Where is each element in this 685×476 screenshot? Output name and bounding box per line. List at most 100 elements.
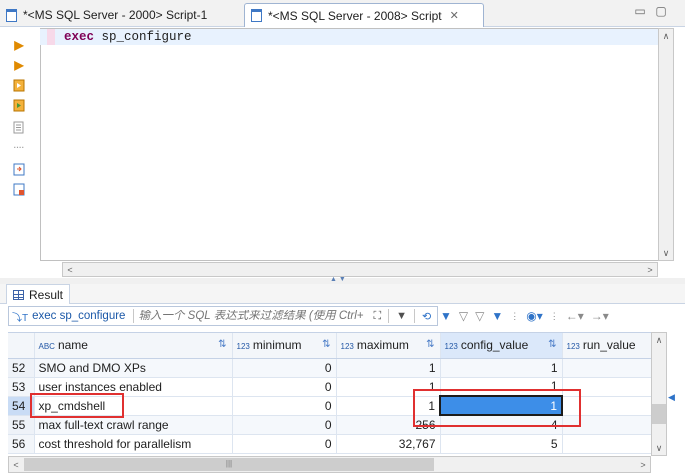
- sort-icon[interactable]: ⇅: [322, 339, 330, 350]
- editor-toolbar: ▶ ▶ ····: [4, 28, 34, 280]
- close-icon[interactable]: ✕: [450, 9, 459, 22]
- sort-icon[interactable]: ⇅: [218, 339, 226, 350]
- row-number: 53: [8, 377, 35, 397]
- table-vertical-scrollbar[interactable]: ∧ ∨: [651, 332, 667, 456]
- sort-desc-icon[interactable]: ⇅: [548, 339, 556, 350]
- scroll-right-icon[interactable]: >: [643, 263, 657, 277]
- number-type-icon: 123: [444, 342, 458, 352]
- editor-vertical-scrollbar[interactable]: ∧ ∨: [658, 28, 674, 261]
- cell-maximum[interactable]: 1: [336, 358, 441, 378]
- expand-filter-icon[interactable]: ⛶: [370, 310, 384, 323]
- refresh-icon[interactable]: ⟲: [419, 310, 434, 323]
- table-row[interactable]: 55 max full-text crawl range 0 256 4: [8, 415, 651, 435]
- cell-run-value[interactable]: [562, 415, 651, 435]
- cell-name[interactable]: xp_cmdshell: [34, 396, 233, 416]
- cell-run-value[interactable]: [562, 396, 651, 416]
- scroll-down-icon[interactable]: ∨: [652, 441, 666, 455]
- column-header-minimum[interactable]: 123 minimum ⇅: [232, 333, 337, 359]
- cell-name[interactable]: SMO and DMO XPs: [34, 358, 233, 378]
- back-icon[interactable]: ←▾: [566, 309, 584, 323]
- row-number: 56: [8, 434, 35, 454]
- cell-config-value-selected[interactable]: 1: [439, 395, 563, 416]
- row-number: 55: [8, 415, 35, 435]
- execute-new-tab-icon[interactable]: ▶: [12, 58, 26, 72]
- table-row[interactable]: 52 SMO and DMO XPs 0 1 1: [8, 358, 651, 378]
- scroll-up-icon[interactable]: ∧: [659, 29, 673, 43]
- side-panel-toggle-icon[interactable]: ◀: [668, 392, 676, 408]
- sql-procedure: sp_configure: [101, 30, 192, 44]
- cell-minimum[interactable]: 0: [232, 396, 337, 416]
- filter-settings-icon[interactable]: ▽: [475, 309, 484, 323]
- cell-minimum[interactable]: 0: [232, 377, 337, 397]
- filter-history-icon[interactable]: ▼: [393, 310, 410, 322]
- separator-dots: ⋮: [549, 310, 559, 321]
- code-line[interactable]: exec sp_configure: [64, 30, 192, 44]
- tab-script-active[interactable]: *<MS SQL Server - 2008> Script ✕: [244, 3, 484, 27]
- cell-minimum[interactable]: 0: [232, 434, 337, 454]
- splitter-arrows-icon[interactable]: ▲▼: [330, 276, 348, 283]
- filter-active-icon[interactable]: ▼: [491, 309, 503, 323]
- sql-editor[interactable]: [40, 28, 661, 261]
- query-icon: ⤵T: [12, 312, 29, 324]
- cell-run-value[interactable]: [562, 434, 651, 454]
- cell-name[interactable]: cost threshold for parallelism: [34, 434, 233, 454]
- table-row[interactable]: 56 cost threshold for parallelism 0 32,7…: [8, 434, 651, 454]
- tab-result[interactable]: Result: [6, 284, 71, 304]
- separator: [414, 309, 416, 323]
- apply-filter-icon[interactable]: ▼: [440, 309, 452, 323]
- tab-script-1[interactable]: *<MS SQL Server - 2000> Script-1: [0, 3, 240, 27]
- scroll-down-icon[interactable]: ∨: [659, 246, 673, 260]
- column-header-run-value[interactable]: 123 run_value: [562, 333, 651, 359]
- execute-script-icon[interactable]: [12, 78, 26, 92]
- cell-config-value[interactable]: 1: [440, 377, 563, 397]
- table-row-selected[interactable]: 54 xp_cmdshell 0 1 1: [8, 395, 651, 416]
- cell-minimum[interactable]: 0: [232, 415, 337, 435]
- cell-name[interactable]: max full-text crawl range: [34, 415, 233, 435]
- scrollbar-thumb[interactable]: [652, 404, 666, 424]
- execute-script-new-tab-icon[interactable]: [12, 98, 26, 112]
- cell-run-value[interactable]: [562, 358, 651, 378]
- load-script-icon[interactable]: [12, 182, 26, 196]
- panels-icon[interactable]: ◉▾: [526, 309, 543, 323]
- column-header-config-value[interactable]: 123 config_value ⇅: [440, 333, 563, 359]
- export-data-icon[interactable]: [12, 162, 26, 176]
- minimize-icon[interactable]: ▭: [633, 4, 647, 18]
- scroll-right-icon[interactable]: >: [636, 458, 650, 472]
- cell-maximum[interactable]: 1: [336, 396, 441, 416]
- cell-maximum[interactable]: 1: [336, 377, 441, 397]
- cell-config-value[interactable]: 1: [440, 358, 563, 378]
- clear-filter-icon[interactable]: ▽: [459, 309, 468, 323]
- filter-input[interactable]: [138, 310, 371, 322]
- cell-run-value[interactable]: [562, 377, 651, 397]
- sql-script-icon: [6, 8, 17, 22]
- cell-config-value[interactable]: 4: [440, 415, 563, 435]
- scroll-left-icon[interactable]: <: [9, 458, 23, 472]
- scroll-up-icon[interactable]: ∧: [652, 333, 666, 347]
- sql-script-icon: [251, 9, 262, 22]
- result-table: ABC name ⇅ 123 minimum ⇅ 123 maximum ⇅ 123 conf…: [8, 333, 651, 454]
- editor-horizontal-scrollbar[interactable]: < >: [62, 262, 658, 277]
- execute-statement-icon[interactable]: ▶: [12, 38, 26, 52]
- separator: [133, 309, 135, 323]
- cell-config-value[interactable]: 5: [440, 434, 563, 454]
- cell-maximum[interactable]: 256: [336, 415, 441, 435]
- forward-icon[interactable]: →▾: [591, 309, 609, 323]
- tab-label: *<MS SQL Server - 2008> Script: [268, 8, 442, 23]
- column-header-name[interactable]: ABC name ⇅: [34, 333, 233, 359]
- result-toolbar: ▼ ▽ ▽ ▼ ⋮ ◉▾ ⋮ ←▾ →▾: [440, 306, 680, 326]
- result-tab-bar: [0, 284, 685, 304]
- cell-maximum[interactable]: 32,767: [336, 434, 441, 454]
- row-number: 54: [8, 396, 35, 416]
- table-row[interactable]: 53 user instances enabled 0 1 1: [8, 377, 651, 397]
- column-header-maximum[interactable]: 123 maximum ⇅: [336, 333, 441, 359]
- cell-minimum[interactable]: 0: [232, 358, 337, 378]
- separator: [388, 309, 390, 323]
- scrollbar-thumb[interactable]: |||: [24, 458, 434, 471]
- maximize-icon[interactable]: ▢: [654, 4, 668, 18]
- explain-plan-icon[interactable]: [12, 120, 26, 134]
- scroll-left-icon[interactable]: <: [63, 263, 77, 277]
- cell-name[interactable]: user instances enabled: [34, 377, 233, 397]
- sort-icon[interactable]: ⇅: [426, 339, 434, 350]
- number-type-icon: 123: [566, 342, 580, 352]
- column-name: run_value: [582, 338, 636, 353]
